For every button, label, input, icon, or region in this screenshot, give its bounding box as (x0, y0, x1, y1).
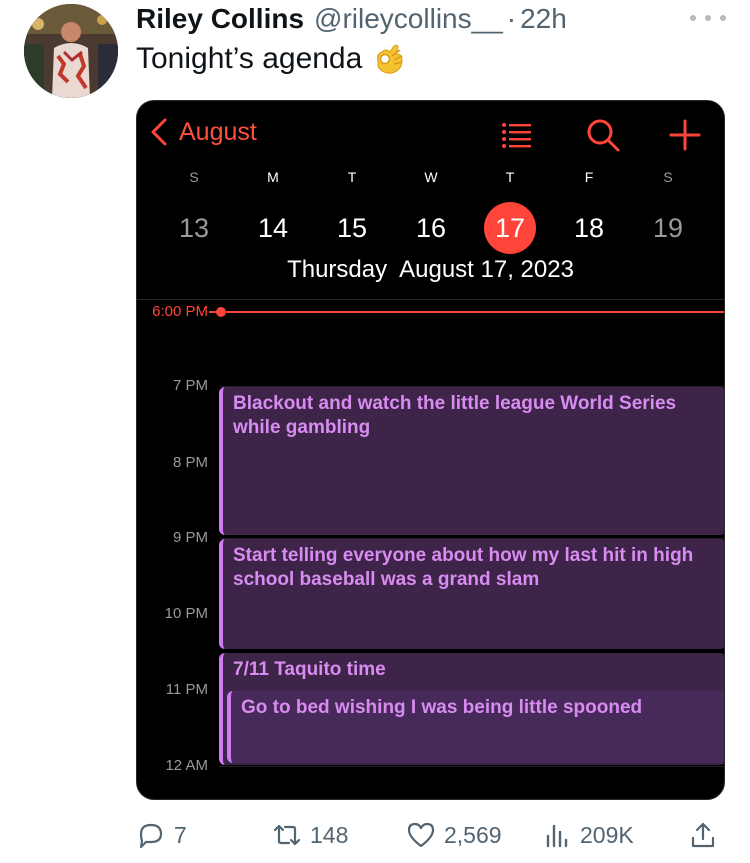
share-icon (691, 822, 715, 848)
retweet-count: 148 (310, 821, 349, 848)
selected-full-date: Thursday August 17, 2023 (287, 256, 574, 283)
calendar-event[interactable]: Blackout and watch the little league Wor… (219, 387, 724, 535)
avatar[interactable] (24, 4, 118, 98)
current-time-dot (216, 307, 226, 317)
profile-photo (24, 4, 118, 98)
calendar-event[interactable]: Go to bed wishing I was being little spo… (227, 691, 724, 763)
date-19[interactable]: 19 (641, 203, 695, 253)
date-15[interactable]: 15 (325, 203, 379, 253)
weekday-row: S M T W T F S (137, 169, 724, 193)
event-title: 7/11 Taquito time (233, 659, 386, 680)
current-time-line (209, 311, 724, 313)
timestamp[interactable]: 22h (520, 3, 567, 35)
weekday-thu: T (505, 169, 515, 185)
calendar-top-bar: August (137, 101, 724, 167)
back-to-month-button[interactable]: August (149, 117, 257, 147)
search-icon[interactable] (585, 117, 621, 153)
current-time-label: 6:00 PM (152, 303, 208, 320)
hour-line (219, 766, 724, 767)
tweet-header: Riley Collins @rileycollins__ · 22h (136, 2, 567, 36)
header-divider (137, 299, 724, 300)
retweet-icon (273, 824, 301, 846)
hour-label-9pm: 9 PM (172, 529, 208, 546)
reply-icon (139, 823, 163, 849)
date-16[interactable]: 16 (404, 203, 458, 253)
view-count: 209K (580, 821, 634, 848)
back-month-label: August (179, 117, 257, 146)
weekday-sat: S (663, 169, 673, 185)
tweet-text: Tonight’s agenda (136, 42, 406, 76)
user-handle[interactable]: @rileycollins__ (314, 3, 503, 35)
date-13[interactable]: 13 (167, 203, 221, 253)
calendar-screenshot[interactable]: August S M T W T F S 13 14 15 16 17 18 1 (136, 100, 725, 800)
reply-button[interactable]: 7 (136, 818, 187, 852)
hour-label-8pm: 8 PM (172, 454, 208, 471)
weekday-wed: W (424, 169, 438, 185)
chevron-left-icon (151, 118, 167, 146)
tweet-action-bar: 7 148 2,569 209K (136, 818, 725, 852)
hour-label-10pm: 10 PM (164, 605, 208, 622)
date-17-selected[interactable]: 17 (484, 202, 536, 254)
retweet-button[interactable]: 148 (272, 818, 348, 852)
views-chart-icon (546, 824, 568, 848)
heart-icon (407, 822, 435, 848)
week-dates-row: 13 14 15 16 17 18 19 (137, 202, 724, 254)
display-name[interactable]: Riley Collins (136, 3, 304, 35)
date-14[interactable]: 14 (246, 203, 300, 253)
hour-label-12am: 12 AM (165, 757, 208, 774)
tweet-text-body: Tonight’s agenda (136, 42, 363, 75)
weekday-fri: F (584, 169, 594, 185)
event-title: Start telling everyone about how my last… (233, 545, 694, 590)
like-button[interactable]: 2,569 (406, 818, 502, 852)
weekday-mon: M (267, 169, 279, 185)
weekday-tue: T (347, 169, 357, 185)
list-view-icon[interactable] (499, 117, 535, 153)
ok-hand-emoji-icon (377, 44, 403, 74)
event-title: Blackout and watch the little league Wor… (233, 393, 677, 438)
event-title: Go to bed wishing I was being little spo… (241, 697, 643, 718)
more-options-icon[interactable] (690, 10, 726, 26)
hour-label-7pm: 7 PM (172, 377, 208, 394)
weekday-sun: S (189, 169, 199, 185)
share-button[interactable] (688, 818, 726, 852)
views-button[interactable]: 209K (542, 818, 634, 852)
add-event-icon[interactable] (667, 117, 703, 153)
like-count: 2,569 (444, 821, 502, 848)
reply-count: 7 (174, 821, 187, 848)
date-18[interactable]: 18 (562, 203, 616, 253)
calendar-event[interactable]: Start telling everyone about how my last… (219, 539, 724, 649)
hour-label-11pm: 11 PM (165, 681, 208, 698)
separator-dot: · (506, 3, 517, 34)
